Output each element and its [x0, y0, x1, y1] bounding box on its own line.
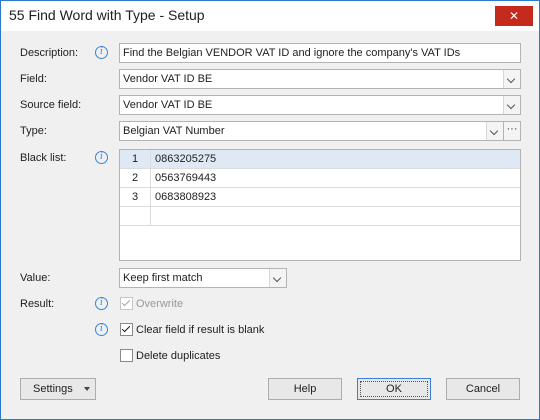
description-label: Description:: [20, 47, 79, 59]
table-row[interactable]: 3 0683808923: [120, 188, 520, 207]
help-button[interactable]: Help: [268, 378, 342, 400]
ok-button[interactable]: OK: [357, 378, 431, 400]
chevron-down-icon[interactable]: [503, 70, 520, 88]
delete-duplicates-label[interactable]: Delete duplicates: [136, 350, 220, 362]
chevron-down-icon[interactable]: [503, 96, 520, 114]
value-select[interactable]: Keep first match: [119, 268, 287, 288]
row-value[interactable]: 0863205275: [155, 150, 216, 168]
row-value[interactable]: 0683808923: [155, 188, 216, 206]
type-more-button[interactable]: ···: [503, 121, 521, 141]
result-label: Result:: [20, 298, 55, 310]
type-label: Type:: [20, 125, 47, 137]
description-info-icon[interactable]: i: [95, 46, 108, 59]
value-label: Value:: [20, 272, 51, 284]
delete-duplicates-checkbox[interactable]: [120, 349, 133, 362]
window-title: 55 Find Word with Type - Setup: [9, 7, 205, 23]
row-number: 2: [120, 169, 151, 187]
value-selected: Keep first match: [123, 272, 203, 284]
field-label: Field:: [20, 73, 47, 85]
settings-label: Settings: [33, 383, 73, 395]
overwrite-checkbox: [120, 297, 133, 310]
dialog-body: Description: i Find the Belgian VENDOR V…: [1, 31, 539, 419]
close-button[interactable]: ✕: [495, 6, 533, 26]
result-info-icon[interactable]: i: [95, 297, 108, 310]
new-row[interactable]: [120, 207, 520, 226]
caret-down-icon: [84, 387, 90, 391]
type-value: Belgian VAT Number: [123, 125, 225, 137]
overwrite-label: Overwrite: [136, 298, 184, 310]
focus-rect: [360, 381, 428, 397]
ellipsis-icon: ···: [504, 122, 520, 140]
close-icon: ✕: [508, 9, 520, 23]
clear-field-info-icon[interactable]: i: [95, 323, 108, 336]
field-value: Vendor VAT ID BE: [123, 73, 213, 85]
source-field-value: Vendor VAT ID BE: [123, 99, 213, 111]
description-input[interactable]: Find the Belgian VENDOR VAT ID and ignor…: [119, 43, 521, 63]
source-field-select[interactable]: Vendor VAT ID BE: [119, 95, 521, 115]
setup-dialog: 55 Find Word with Type - Setup ✕ Descrip…: [0, 0, 540, 420]
table-row[interactable]: 2 0563769443: [120, 169, 520, 188]
title-bar[interactable]: 55 Find Word with Type - Setup ✕: [1, 1, 539, 31]
type-select[interactable]: Belgian VAT Number: [119, 121, 504, 141]
row-value[interactable]: 0563769443: [155, 169, 216, 187]
cancel-button[interactable]: Cancel: [446, 378, 520, 400]
field-select[interactable]: Vendor VAT ID BE: [119, 69, 521, 89]
row-number: 3: [120, 188, 151, 206]
black-list-info-icon[interactable]: i: [95, 151, 108, 164]
black-list-grid[interactable]: 1 0863205275 2 0563769443 3 0683808923: [119, 149, 521, 261]
settings-button[interactable]: Settings: [20, 378, 96, 400]
source-field-label: Source field:: [20, 99, 82, 111]
table-row[interactable]: 1 0863205275: [120, 150, 520, 169]
clear-field-label[interactable]: Clear field if result is blank: [136, 324, 264, 336]
chevron-down-icon[interactable]: [486, 122, 503, 140]
row-number: 1: [120, 150, 151, 168]
row-number: [120, 207, 151, 225]
black-list-label: Black list:: [20, 152, 67, 164]
clear-field-checkbox[interactable]: [120, 323, 133, 336]
chevron-down-icon[interactable]: [269, 269, 286, 287]
